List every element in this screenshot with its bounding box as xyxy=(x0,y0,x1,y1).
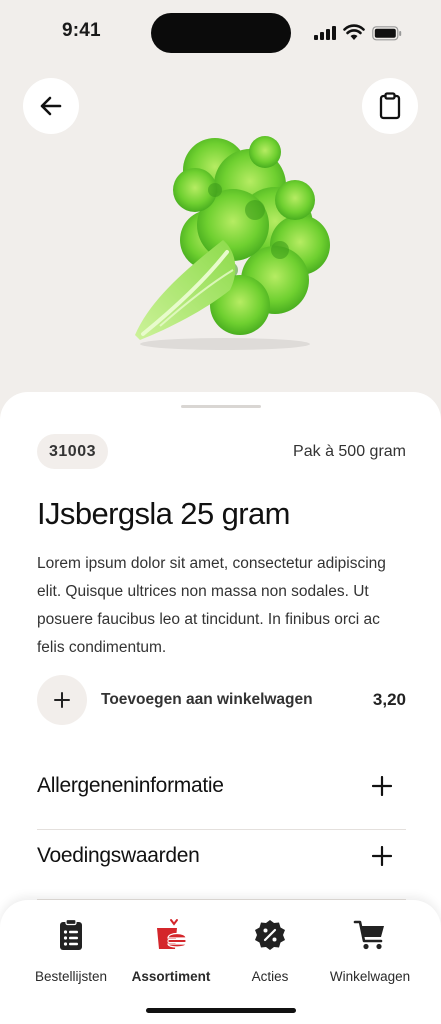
sku-badge: 31003 xyxy=(37,434,108,469)
add-to-cart-button[interactable] xyxy=(37,675,87,725)
plus-icon xyxy=(372,776,392,796)
discount-badge-icon xyxy=(255,920,285,950)
nav-tab-bestellijsten[interactable]: Bestellijsten xyxy=(16,918,126,988)
nav-tab-label: Assortiment xyxy=(131,969,211,984)
product-price: 3,20 xyxy=(372,690,406,709)
plus-icon xyxy=(54,692,70,708)
wifi-icon xyxy=(343,24,365,40)
signal-icon xyxy=(314,26,338,40)
dynamic-island xyxy=(151,13,291,53)
product-title: IJsbergsla 25 gram xyxy=(37,496,290,531)
order-list-button[interactable] xyxy=(362,78,418,134)
nav-tab-label: Bestellijsten xyxy=(34,969,108,984)
arrow-left-icon xyxy=(40,96,62,116)
nav-tab-assortiment[interactable]: Assortiment xyxy=(116,918,226,988)
accordion-label: Allergeneninformatie xyxy=(37,774,224,797)
sheet-handle[interactable] xyxy=(181,405,261,408)
accordion-nutrition[interactable]: Voedingswaarden xyxy=(37,832,406,900)
add-to-cart-label[interactable]: Toevoegen aan winkelwagen xyxy=(101,691,313,709)
package-size: Pak à 500 gram xyxy=(293,443,406,460)
nav-tab-label: Winkelwagen xyxy=(329,969,411,984)
plus-icon xyxy=(372,846,392,866)
status-bar: 9:41 xyxy=(0,0,441,62)
clipboard-list-icon xyxy=(60,918,82,950)
accordion-label: Voedingswaarden xyxy=(37,844,200,867)
product-detail-screen: 9:41 31003 Pak à 500 gram IJsbergsla 25 … xyxy=(0,0,441,1024)
product-description: Lorem ipsum dolor sit amet, consectetur … xyxy=(37,555,386,656)
food-icon xyxy=(157,919,187,949)
nav-tab-winkelwagen[interactable]: Winkelwagen xyxy=(315,918,425,988)
battery-icon xyxy=(372,26,402,41)
cart-icon xyxy=(353,920,384,950)
bottom-nav: Bestellijsten Assortiment Acties Winkelw… xyxy=(0,900,441,1024)
product-image xyxy=(135,136,330,350)
status-time: 9:41 xyxy=(62,20,101,41)
clipboard-icon xyxy=(379,92,401,120)
home-indicator xyxy=(146,1008,296,1013)
back-button[interactable] xyxy=(23,78,79,134)
accordion-allergens[interactable]: Allergeneninformatie xyxy=(37,762,406,830)
nav-tab-acties[interactable]: Acties xyxy=(215,918,325,988)
nav-tab-label: Acties xyxy=(251,969,289,984)
